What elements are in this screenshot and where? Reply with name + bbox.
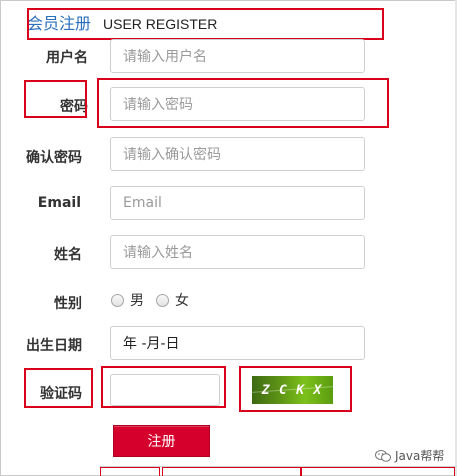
name-label: 姓名	[54, 247, 82, 263]
username-placeholder: 请输入用户名	[123, 49, 207, 65]
email-placeholder: Email	[123, 195, 162, 211]
gender-male-label: 男	[130, 293, 144, 309]
birthdate-label: 出生日期	[26, 338, 82, 354]
captcha-input-highlight-box	[101, 366, 226, 408]
gender-label: 性别	[54, 296, 82, 312]
password-input-highlight-box	[97, 78, 389, 128]
header-highlight-box	[27, 8, 384, 40]
gender-female-label: 女	[175, 293, 189, 309]
email-input[interactable]: Email	[110, 186, 365, 220]
bottom-highlight-middle	[162, 467, 302, 476]
username-input[interactable]: 请输入用户名	[110, 39, 365, 73]
gender-radio-group: 男 女	[111, 290, 201, 310]
birthdate-input[interactable]: 年 -月-日	[110, 326, 365, 360]
watermark-text: Java帮帮	[395, 449, 445, 463]
bottom-highlight-right	[300, 467, 455, 476]
watermark: Java帮帮	[375, 447, 444, 464]
confirm-password-input[interactable]: 请输入确认密码	[110, 137, 365, 171]
gender-option-male[interactable]: 男	[111, 290, 144, 310]
radio-male[interactable]	[111, 293, 124, 307]
register-button[interactable]: 注册	[113, 425, 210, 457]
confirm-password-label: 确认密码	[26, 150, 82, 166]
name-placeholder: 请输入姓名	[123, 245, 193, 261]
name-input[interactable]: 请输入姓名	[110, 235, 365, 269]
gender-option-female[interactable]: 女	[156, 290, 189, 310]
bottom-highlight-left	[100, 467, 160, 476]
radio-female[interactable]	[156, 293, 169, 307]
captcha-label-highlight-box	[24, 368, 93, 408]
captcha-image-highlight-box	[239, 366, 352, 412]
confirm-password-placeholder: 请输入确认密码	[123, 147, 221, 163]
birthdate-value: 年 -月-日	[123, 336, 180, 352]
chat-bubble-icon	[375, 449, 391, 462]
username-label: 用户名	[46, 50, 88, 66]
password-label-highlight-box	[24, 80, 87, 118]
email-label: Email	[37, 195, 81, 211]
bottom-strip	[100, 466, 457, 476]
